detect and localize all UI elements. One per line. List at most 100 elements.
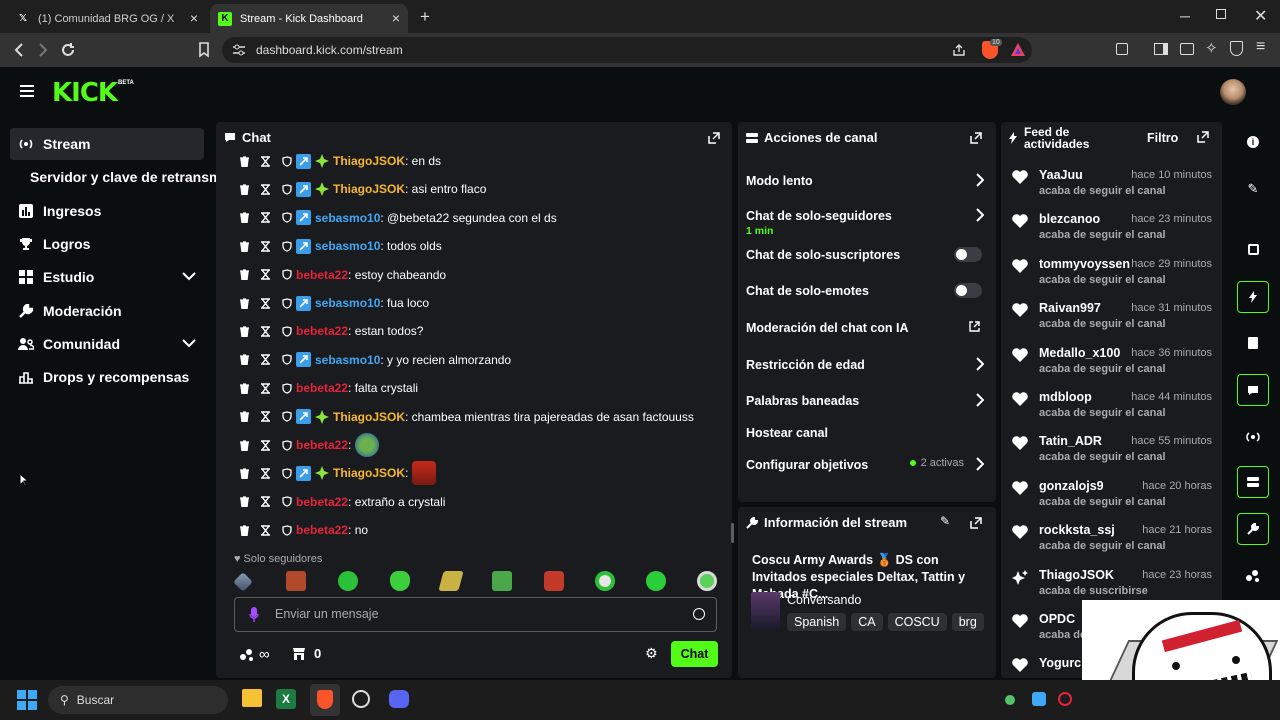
- chat-message[interactable]: bebeta22: no: [240, 519, 368, 541]
- chat-username[interactable]: bebeta22: [296, 495, 348, 509]
- chat-message[interactable]: sebasmo10: y yo recien almorzando: [240, 349, 511, 371]
- chat-message[interactable]: bebeta22: estoy chabeando: [240, 264, 446, 286]
- brave-rewards-icon[interactable]: [1010, 42, 1026, 57]
- sidebar-item-drops[interactable]: Drops y recompensas: [10, 361, 204, 393]
- toggle-switch[interactable]: [954, 247, 982, 262]
- vpn-icon[interactable]: [1230, 41, 1243, 56]
- emote-frog[interactable]: [338, 571, 358, 591]
- notes-button[interactable]: [1237, 327, 1269, 359]
- chat-message[interactable]: ThiagoJSOK: en ds: [240, 150, 441, 172]
- tray-brave-icon[interactable]: [1058, 692, 1072, 706]
- timeout-icon[interactable]: [261, 496, 270, 507]
- broadcast-button[interactable]: [1237, 421, 1269, 453]
- mod-shield-icon[interactable]: [282, 241, 292, 252]
- user-avatar[interactable]: [1220, 79, 1246, 105]
- emote-pickle[interactable]: [390, 571, 410, 591]
- tray-status-icon[interactable]: [1005, 695, 1015, 705]
- chat-username[interactable]: bebeta22: [296, 523, 348, 537]
- mod-shield-icon[interactable]: [282, 411, 292, 422]
- discord-icon[interactable]: [389, 690, 409, 708]
- feed-event[interactable]: Raivan997 hace 31 minutos acaba de seguir …: [1012, 299, 1212, 343]
- reader-icon[interactable]: [1116, 43, 1128, 55]
- feed-username[interactable]: Raivan997: [1039, 301, 1101, 315]
- sidebar-item-moderacion[interactable]: Moderación: [10, 295, 204, 327]
- store-indicator[interactable]: 0: [292, 646, 321, 661]
- taskbar-brave-active[interactable]: [310, 684, 340, 716]
- sidebar-item-logros[interactable]: Logros: [10, 228, 204, 260]
- popout-icon[interactable]: [1197, 131, 1209, 143]
- mod-shield-icon[interactable]: [282, 439, 292, 451]
- feed-username[interactable]: OPDC: [1039, 612, 1075, 626]
- feed-username[interactable]: YaaJuu: [1039, 168, 1083, 182]
- delete-icon[interactable]: [240, 354, 249, 366]
- channel-action-row[interactable]: Moderación del chat con IA: [746, 319, 990, 337]
- channel-points[interactable]: ∞: [239, 646, 270, 663]
- mod-shield-icon[interactable]: [282, 212, 292, 223]
- chevron-down-icon[interactable]: [182, 338, 196, 348]
- channel-action-row[interactable]: Chat de solo-emotes: [746, 282, 990, 300]
- mod-shield-icon[interactable]: [282, 326, 292, 337]
- timeout-icon[interactable]: [261, 524, 270, 536]
- menu-icon[interactable]: ≡: [1256, 38, 1265, 56]
- feed-username[interactable]: ThiagoJSOK: [1039, 568, 1114, 582]
- mod-shield-icon[interactable]: [282, 496, 292, 507]
- edit-button[interactable]: ✎: [1237, 173, 1269, 205]
- chat-scrollbar[interactable]: [731, 523, 734, 543]
- emote-eyes[interactable]: [595, 571, 615, 591]
- chat-message[interactable]: sebasmo10: @bebeta22 segundea con el ds: [240, 207, 557, 229]
- feed-event[interactable]: YaaJuu hace 10 minutos acaba de seguir el …: [1012, 166, 1212, 210]
- tag-coscu[interactable]: COSCU: [887, 613, 947, 631]
- chat-username[interactable]: ThiagoJSOK: [333, 466, 405, 480]
- sidebar-item-server-key[interactable]: Servidor y clave de retransm: [24, 161, 220, 193]
- sidebar-toggle-icon[interactable]: [1154, 43, 1168, 55]
- timeout-icon[interactable]: [261, 411, 270, 422]
- wallet-icon[interactable]: [1180, 43, 1194, 55]
- chat-input[interactable]: Enviar un mensaje: [234, 597, 717, 632]
- edit-pencil-icon[interactable]: ✎: [940, 514, 950, 528]
- windows-start-icon[interactable]: [17, 690, 37, 710]
- tab-twitter[interactable]: 𝕏 (1) Comunidad BRG OG / X ×: [8, 4, 206, 33]
- channel-action-row[interactable]: Hostear canal: [746, 424, 990, 442]
- channel-action-row[interactable]: Palabras baneadas: [746, 392, 990, 410]
- mod-shield-icon[interactable]: [282, 525, 292, 536]
- leo-ai-icon[interactable]: ✧: [1205, 39, 1218, 57]
- feed-event[interactable]: Medallo_x100 hace 36 minutos acaba de segu…: [1012, 344, 1212, 388]
- chat-username[interactable]: sebasmo10: [315, 211, 380, 225]
- new-tab-icon[interactable]: +: [420, 7, 430, 27]
- timeout-icon[interactable]: [261, 468, 270, 479]
- close-window-icon[interactable]: ✕: [1254, 6, 1267, 26]
- chat-username[interactable]: sebasmo10: [315, 353, 380, 367]
- feed-event[interactable]: mdbloop hace 44 minutos acaba de seguir el…: [1012, 388, 1212, 432]
- channel-action-row[interactable]: Modo lento: [746, 172, 990, 190]
- delete-icon[interactable]: [240, 269, 249, 281]
- chevron-right-icon[interactable]: [975, 393, 984, 407]
- chat-message[interactable]: bebeta22: extraño a crystali: [240, 491, 445, 513]
- popout-icon[interactable]: [708, 132, 720, 144]
- kick-logo[interactable]: KICK: [52, 78, 118, 108]
- feed-event[interactable]: tommyvoyssen hace 29 minutos acaba de segu…: [1012, 255, 1212, 299]
- feed-username[interactable]: Tatin_ADR: [1039, 434, 1102, 448]
- delete-icon[interactable]: [240, 468, 249, 479]
- popout-icon[interactable]: [970, 132, 982, 144]
- back-icon[interactable]: [12, 42, 26, 58]
- feed-username[interactable]: mdbloop: [1039, 390, 1092, 404]
- chat-message[interactable]: sebasmo10: todos olds: [240, 235, 442, 257]
- timeout-icon[interactable]: [261, 184, 270, 195]
- delete-icon[interactable]: [240, 212, 249, 224]
- toggle-switch[interactable]: [954, 283, 982, 298]
- mod-shield-icon[interactable]: [282, 184, 292, 195]
- delete-icon[interactable]: [240, 155, 249, 167]
- chat-message[interactable]: ThiagoJSOK: asi entro flaco: [240, 178, 486, 200]
- feed-username[interactable]: blezcanoo: [1039, 212, 1100, 226]
- tools-button[interactable]: [1237, 513, 1269, 545]
- feed-event[interactable]: Tatin_ADR hace 55 minutos acaba de seguir …: [1012, 432, 1212, 476]
- emote-face[interactable]: [286, 571, 306, 591]
- feed-username[interactable]: tommyvoyssen: [1039, 257, 1130, 271]
- channel-actions-button[interactable]: [1237, 466, 1269, 498]
- chat-username[interactable]: bebeta22: [296, 381, 348, 395]
- share-icon[interactable]: [952, 43, 966, 57]
- chat-message[interactable]: ThiagoJSOK:: [240, 461, 437, 486]
- channel-action-row[interactable]: Chat de solo-seguidores 1 min: [746, 208, 990, 238]
- sidebar-item-comunidad[interactable]: Comunidad: [10, 328, 204, 360]
- file-explorer-icon[interactable]: [242, 689, 262, 707]
